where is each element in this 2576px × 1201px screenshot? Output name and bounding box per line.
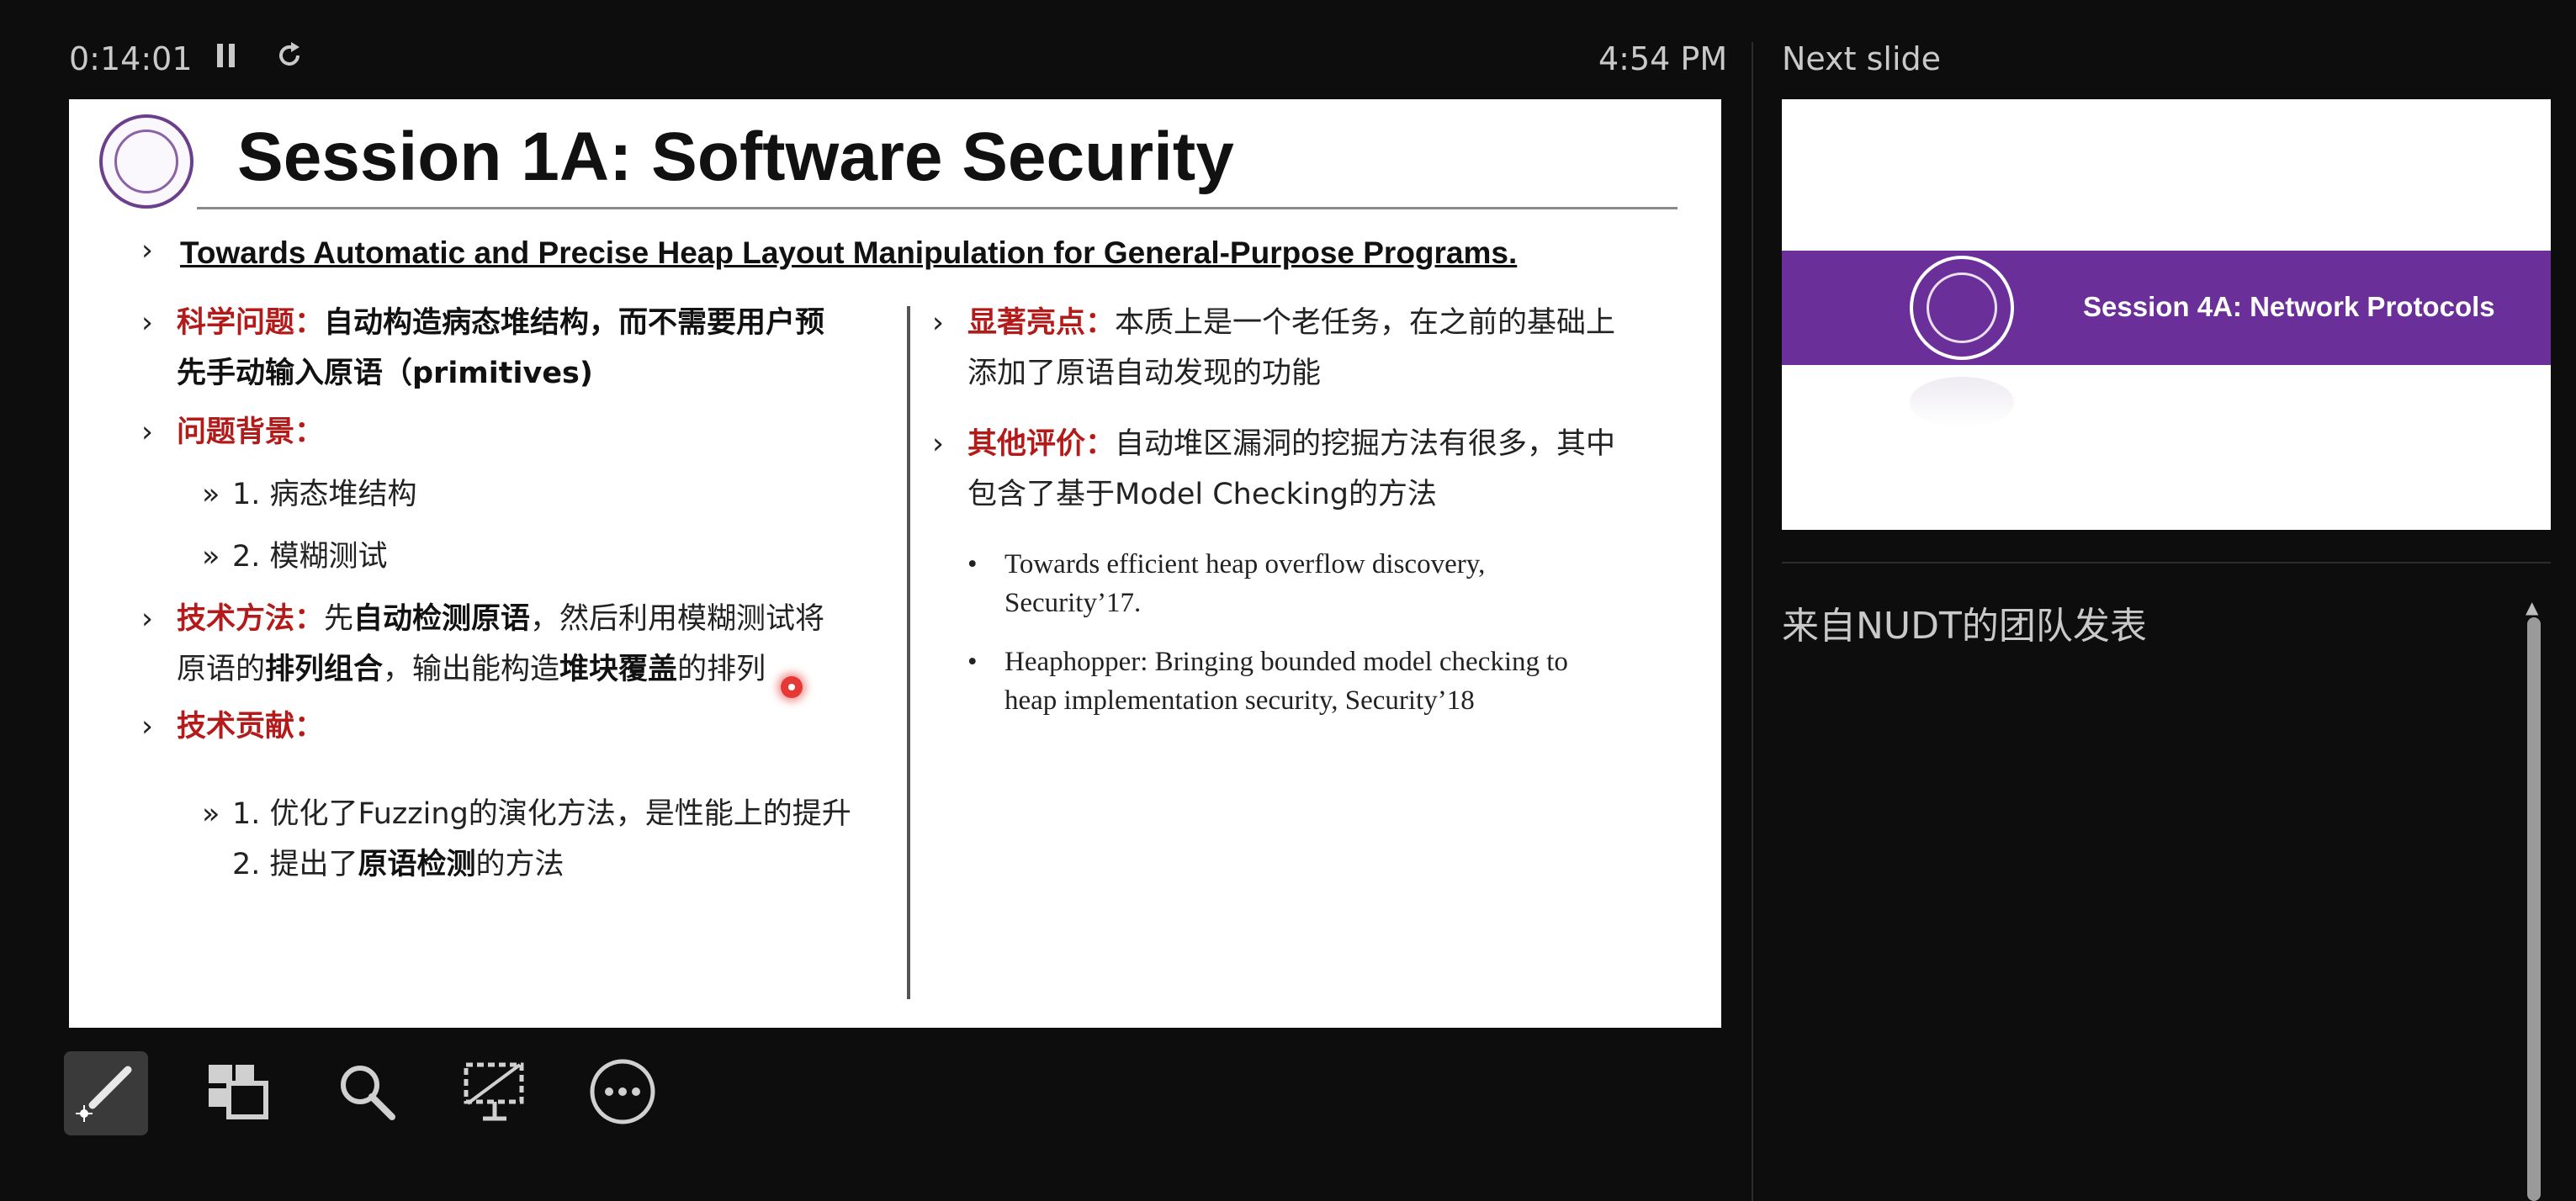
method-text-part: 先 [324, 602, 354, 636]
contribution-text: 的方法 [475, 848, 564, 881]
contribution-text: 2. 提出了 [232, 848, 358, 881]
sub-bullet: » [202, 797, 220, 831]
pause-icon[interactable] [214, 40, 239, 78]
method-text-part: 原语的 [177, 653, 266, 686]
reference-item: Towards efficient heap overflow discover… [1004, 545, 1485, 622]
logo-inner-ring [114, 130, 178, 193]
reference-line: Heaphopper: Bringing bounded model check… [1004, 647, 1568, 677]
next-slide-preview[interactable]: Session 4A: Network Protocols [1782, 99, 2551, 530]
university-logo [99, 114, 193, 209]
reference-bullet: • [967, 549, 978, 579]
highlight-text: 显著亮点：本质上是一个老任务，在之前的基础上 添加了原语自动发现的功能 [967, 298, 1615, 399]
background-item-1: 1. 病态堆结构 [232, 478, 417, 511]
institution-logo [1910, 256, 2014, 360]
bullet: › [141, 306, 153, 340]
background-item-2: 2. 模糊测试 [232, 540, 388, 574]
science-text: 自动构造病态堆结构，而不需要用户预 [324, 306, 825, 340]
method-text-bold: 自动检测原语 [353, 602, 531, 636]
contribution-label: 技术贡献： [177, 710, 325, 743]
reference-bullet: • [967, 647, 978, 677]
speaker-notes: 来自NUDT的团队发表 [1782, 605, 2147, 648]
bullet: › [141, 710, 153, 743]
other-text: 其他评价：自动堆区漏洞的挖掘方法有很多，其中 包含了基于Model Checki… [967, 419, 1615, 520]
title-rule [197, 207, 1678, 209]
method-text: 技术方法：先自动检测原语，然后利用模糊测试将 原语的排列组合，输出能构造堆块覆盖… [177, 594, 917, 695]
logo-inner-ring [1927, 272, 1997, 343]
zoom-icon [333, 1058, 400, 1129]
reference-line: Towards efficient heap overflow discover… [1004, 549, 1486, 579]
more-options-icon [587, 1056, 658, 1130]
black-screen-button[interactable] [453, 1051, 537, 1135]
next-slide-title: Session 4A: Network Protocols [2083, 291, 2495, 322]
method-text-part: 的排列 [677, 653, 766, 686]
restart-icon[interactable] [274, 40, 305, 78]
contribution-item-2: 2. 提出了原语检测的方法 [232, 839, 564, 890]
slide-title: Session 1A: Software Security [237, 119, 1234, 195]
bullet: › [932, 306, 944, 340]
panel-divider [1752, 42, 1753, 1201]
other-line: 包含了基于Model Checking的方法 [967, 478, 1438, 511]
bullet: › [932, 427, 944, 461]
next-slide-label: Next slide [1782, 40, 1942, 77]
black-screen-icon [461, 1058, 528, 1129]
sub-bullet: » [202, 540, 220, 574]
science-question: 科学问题：自动构造病态堆结构，而不需要用户预 先手动输入原语（primitive… [177, 298, 824, 399]
laser-pointer-button[interactable] [64, 1051, 148, 1135]
elapsed-timer: 0:14:01 [69, 40, 193, 77]
scroll-up-arrow-icon[interactable]: ▲ [2526, 597, 2538, 617]
method-text-bold: 排列组合 [265, 653, 384, 686]
see-all-slides-button[interactable] [195, 1051, 279, 1135]
contribution-item-1: 1. 优化了Fuzzing的演化方法，是性能上的提升 [232, 797, 851, 831]
contribution-bold: 原语检测 [358, 848, 476, 881]
reference-line: Security’17. [1004, 588, 1142, 618]
paper-title: Towards Automatic and Precise Heap Layou… [180, 235, 1518, 270]
logo-reflection [1910, 377, 2014, 427]
highlight-label: 显著亮点： [967, 306, 1116, 340]
laser-pointer-core [788, 684, 795, 690]
clock: 4:54 PM [1598, 40, 1728, 77]
science-label: 科学问题： [177, 306, 325, 340]
laser-pointer-dot[interactable] [781, 676, 803, 698]
other-label: 其他评价： [967, 427, 1116, 461]
bullet: › [141, 602, 153, 636]
more-options-button[interactable] [580, 1051, 665, 1135]
reference-line: heap implementation security, Security’1… [1004, 685, 1475, 716]
method-text-part: ，输出能构造 [383, 653, 560, 686]
column-divider [907, 306, 910, 999]
see-all-slides-icon [204, 1058, 271, 1129]
current-slide[interactable]: Session 1A: Software Security › Towards … [69, 99, 1721, 1028]
highlight-line: 本质上是一个老任务，在之前的基础上 [1115, 306, 1616, 340]
method-text-bold: 堆块覆盖 [559, 653, 678, 686]
sub-bullet: » [202, 478, 220, 511]
method-label: 技术方法： [177, 602, 325, 636]
bullet: › [141, 415, 153, 449]
notes-scrollbar[interactable] [2527, 617, 2541, 1201]
highlight-line: 添加了原语自动发现的功能 [967, 357, 1322, 390]
background-label: 问题背景： [177, 415, 325, 449]
zoom-button[interactable] [325, 1051, 409, 1135]
reference-item: Heaphopper: Bringing bounded model check… [1004, 643, 1568, 720]
other-line: 自动堆区漏洞的挖掘方法有很多，其中 [1115, 427, 1616, 461]
laser-pointer-icon [72, 1058, 140, 1129]
notes-divider [1782, 562, 2551, 563]
science-text-cont: 先手动输入原语（primitives) [177, 357, 593, 390]
bullet: › [141, 234, 153, 267]
method-text-part: ，然后利用模糊测试将 [530, 602, 825, 636]
